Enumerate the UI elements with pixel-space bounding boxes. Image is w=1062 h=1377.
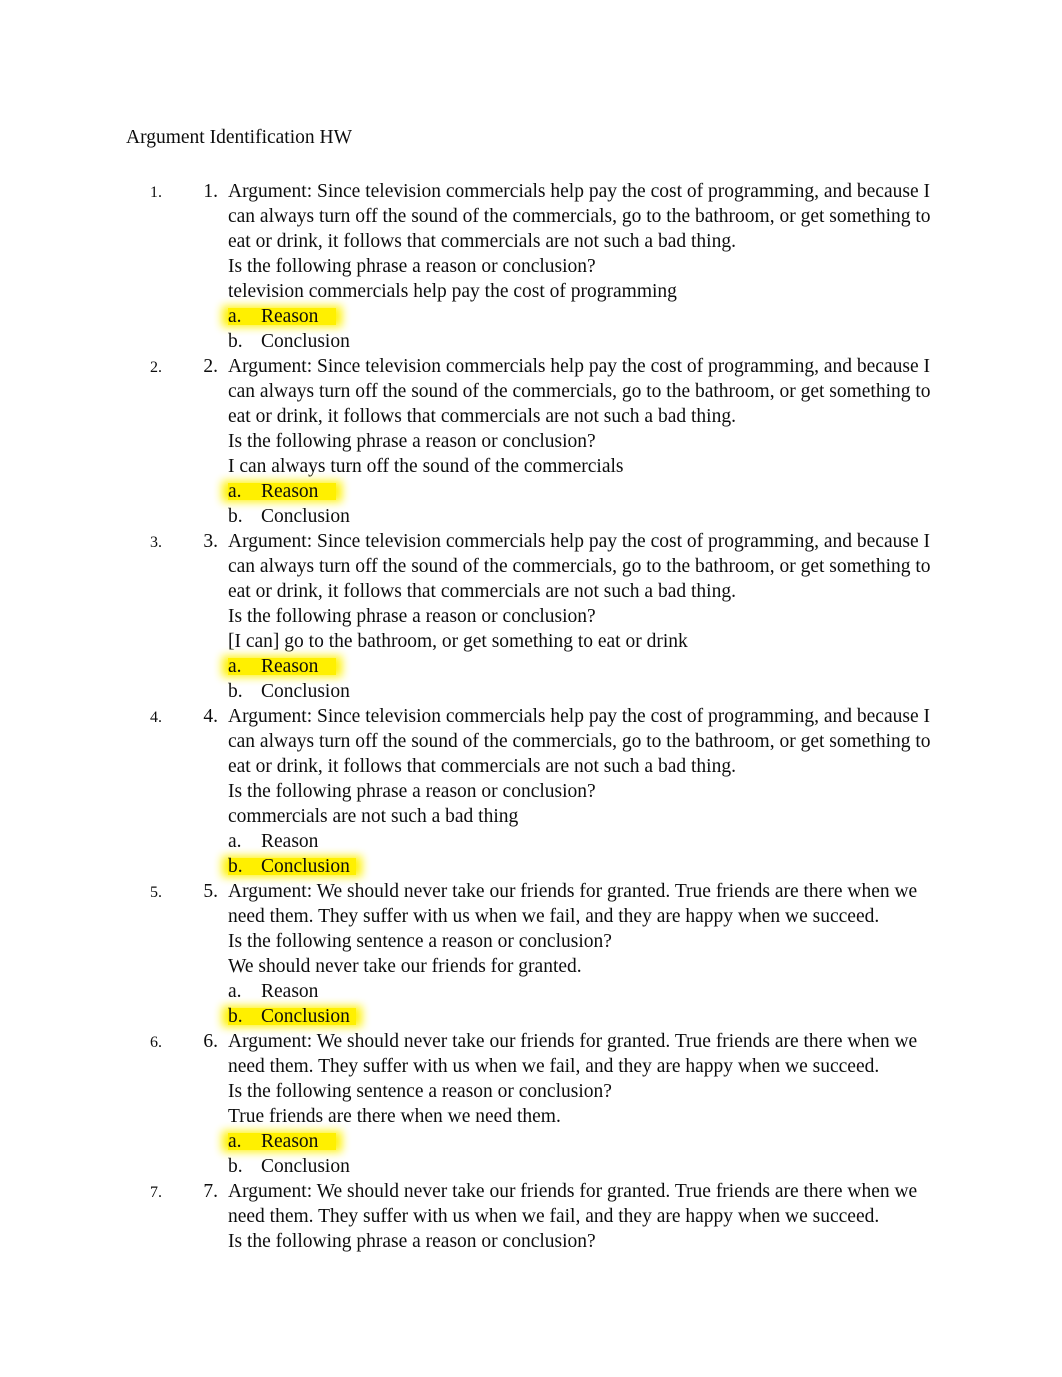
option-marker: a. — [228, 831, 242, 852]
question-prompt: Is the following phrase a reason or conc… — [228, 431, 596, 452]
option-label: Reason — [261, 481, 319, 502]
option-label: Conclusion — [261, 506, 350, 527]
answer-options: a. Reason b. Conclusion — [228, 1129, 966, 1179]
question-prompt: Is the following phrase a reason or conc… — [228, 256, 596, 277]
answer-option-b[interactable]: b. Conclusion — [228, 854, 966, 879]
option-label: Reason — [261, 1131, 319, 1152]
question-number: 3. — [203, 531, 218, 552]
option-marker: b. — [228, 681, 243, 702]
question-list: 1. Argument: Since television commercial… — [126, 179, 966, 1254]
question-number: 2. — [203, 356, 218, 377]
option-label: Conclusion — [261, 1006, 350, 1027]
question-argument: Argument: Since television commercials h… — [228, 706, 931, 777]
question-argument: Argument: We should never take our frien… — [228, 1181, 918, 1227]
question-prompt: Is the following phrase a reason or conc… — [228, 606, 596, 627]
question-number: 5. — [203, 881, 218, 902]
question-item: 2. Argument: Since television commercial… — [166, 354, 966, 529]
answer-option-b[interactable]: b. Conclusion — [228, 1004, 966, 1029]
question-phrase: television commercials help pay the cost… — [228, 281, 677, 302]
question-number: 1. — [203, 181, 218, 202]
question-phrase: [I can] go to the bathroom, or get somet… — [228, 631, 688, 652]
option-marker: a. — [228, 481, 242, 502]
question-argument: Argument: Since television commercials h… — [228, 181, 931, 252]
answer-options: a. Reason b. Conclusion — [228, 979, 966, 1029]
answer-options: a. Reason b. Conclusion — [228, 304, 966, 354]
option-marker: b. — [228, 331, 243, 352]
answer-options: a. Reason b. Conclusion — [228, 654, 966, 704]
option-marker: a. — [228, 656, 242, 677]
answer-option-a[interactable]: a. Reason — [228, 829, 966, 854]
answer-option-a[interactable]: a. Reason — [228, 654, 966, 679]
question-phrase: commercials are not such a bad thing — [228, 806, 519, 827]
document-page: Argument Identification HW 1. Argument: … — [0, 0, 1062, 1377]
option-marker: b. — [228, 1006, 243, 1027]
question-item: 6. Argument: We should never take our fr… — [166, 1029, 966, 1179]
question-argument: Argument: We should never take our frien… — [228, 1031, 918, 1077]
option-label: Reason — [261, 831, 319, 852]
answer-option-b[interactable]: b. Conclusion — [228, 679, 966, 704]
question-item: 3. Argument: Since television commercial… — [166, 529, 966, 704]
question-number: 7. — [203, 1181, 218, 1202]
option-marker: a. — [228, 1131, 242, 1152]
answer-options: a. Reason b. Conclusion — [228, 829, 966, 879]
option-marker: b. — [228, 506, 243, 527]
option-marker: b. — [228, 1156, 243, 1177]
question-item: 4. Argument: Since television commercial… — [166, 704, 966, 879]
question-item: 1. Argument: Since television commercial… — [166, 179, 966, 354]
answer-option-b[interactable]: b. Conclusion — [228, 329, 966, 354]
question-number: 4. — [203, 706, 218, 727]
option-label: Conclusion — [261, 331, 350, 352]
question-prompt: Is the following sentence a reason or co… — [228, 931, 612, 952]
option-label: Conclusion — [261, 856, 350, 877]
option-label: Conclusion — [261, 681, 350, 702]
option-marker: a. — [228, 306, 242, 327]
question-phrase: True friends are there when we need them… — [228, 1106, 561, 1127]
question-argument: Argument: We should never take our frien… — [228, 881, 918, 927]
page-title: Argument Identification HW — [126, 127, 352, 148]
answer-option-b[interactable]: b. Conclusion — [228, 504, 966, 529]
option-label: Reason — [261, 306, 319, 327]
answer-option-a[interactable]: a. Reason — [228, 1129, 966, 1154]
question-prompt: Is the following phrase a reason or conc… — [228, 781, 596, 802]
question-argument: Argument: Since television commercials h… — [228, 356, 931, 427]
option-label: Reason — [261, 981, 319, 1002]
option-marker: b. — [228, 856, 243, 877]
answer-option-b[interactable]: b. Conclusion — [228, 1154, 966, 1179]
option-label: Reason — [261, 656, 319, 677]
question-prompt: Is the following sentence a reason or co… — [228, 1081, 612, 1102]
question-item: 7. Argument: We should never take our fr… — [166, 1179, 966, 1254]
question-item: 5. Argument: We should never take our fr… — [166, 879, 966, 1029]
answer-option-a[interactable]: a. Reason — [228, 979, 966, 1004]
answer-options: a. Reason b. Conclusion — [228, 479, 966, 529]
question-number: 6. — [203, 1031, 218, 1052]
answer-option-a[interactable]: a. Reason — [228, 479, 966, 504]
question-prompt: Is the following phrase a reason or conc… — [228, 1231, 596, 1252]
question-phrase: We should never take our friends for gra… — [228, 956, 582, 977]
option-marker: a. — [228, 981, 242, 1002]
question-phrase: I can always turn off the sound of the c… — [228, 456, 624, 477]
answer-option-a[interactable]: a. Reason — [228, 304, 966, 329]
question-argument: Argument: Since television commercials h… — [228, 531, 931, 602]
option-label: Conclusion — [261, 1156, 350, 1177]
